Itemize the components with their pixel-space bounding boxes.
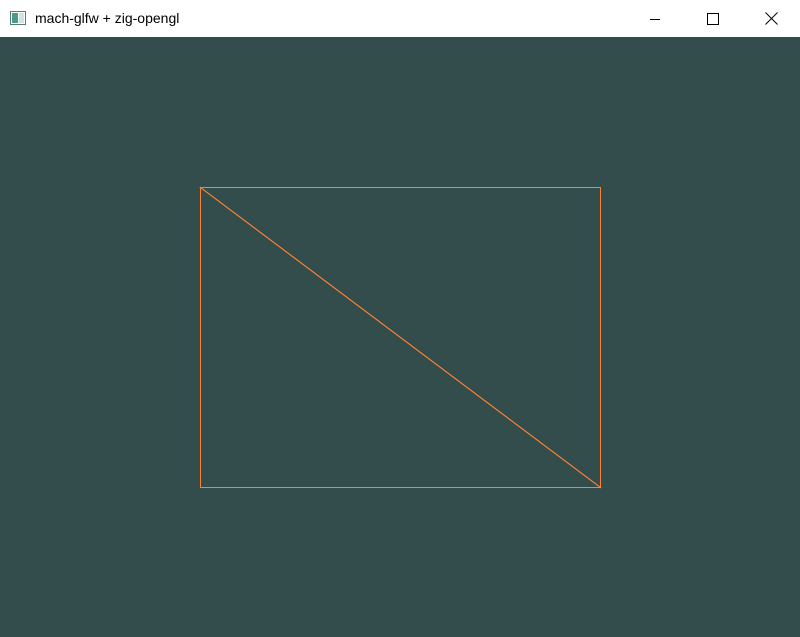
app-window-icon: [10, 11, 26, 25]
maximize-button[interactable]: [684, 0, 742, 37]
app-window: mach-glfw + zig-opengl: [0, 0, 800, 637]
opengl-canvas[interactable]: [0, 37, 800, 637]
maximize-icon: [707, 12, 719, 25]
minimize-button[interactable]: [626, 0, 684, 37]
close-icon: [764, 12, 778, 25]
title-bar[interactable]: mach-glfw + zig-opengl: [0, 0, 800, 37]
minimize-icon: [650, 18, 660, 20]
wireframe-render: [0, 37, 800, 637]
window-title: mach-glfw + zig-opengl: [35, 10, 180, 26]
close-button[interactable]: [742, 0, 800, 37]
